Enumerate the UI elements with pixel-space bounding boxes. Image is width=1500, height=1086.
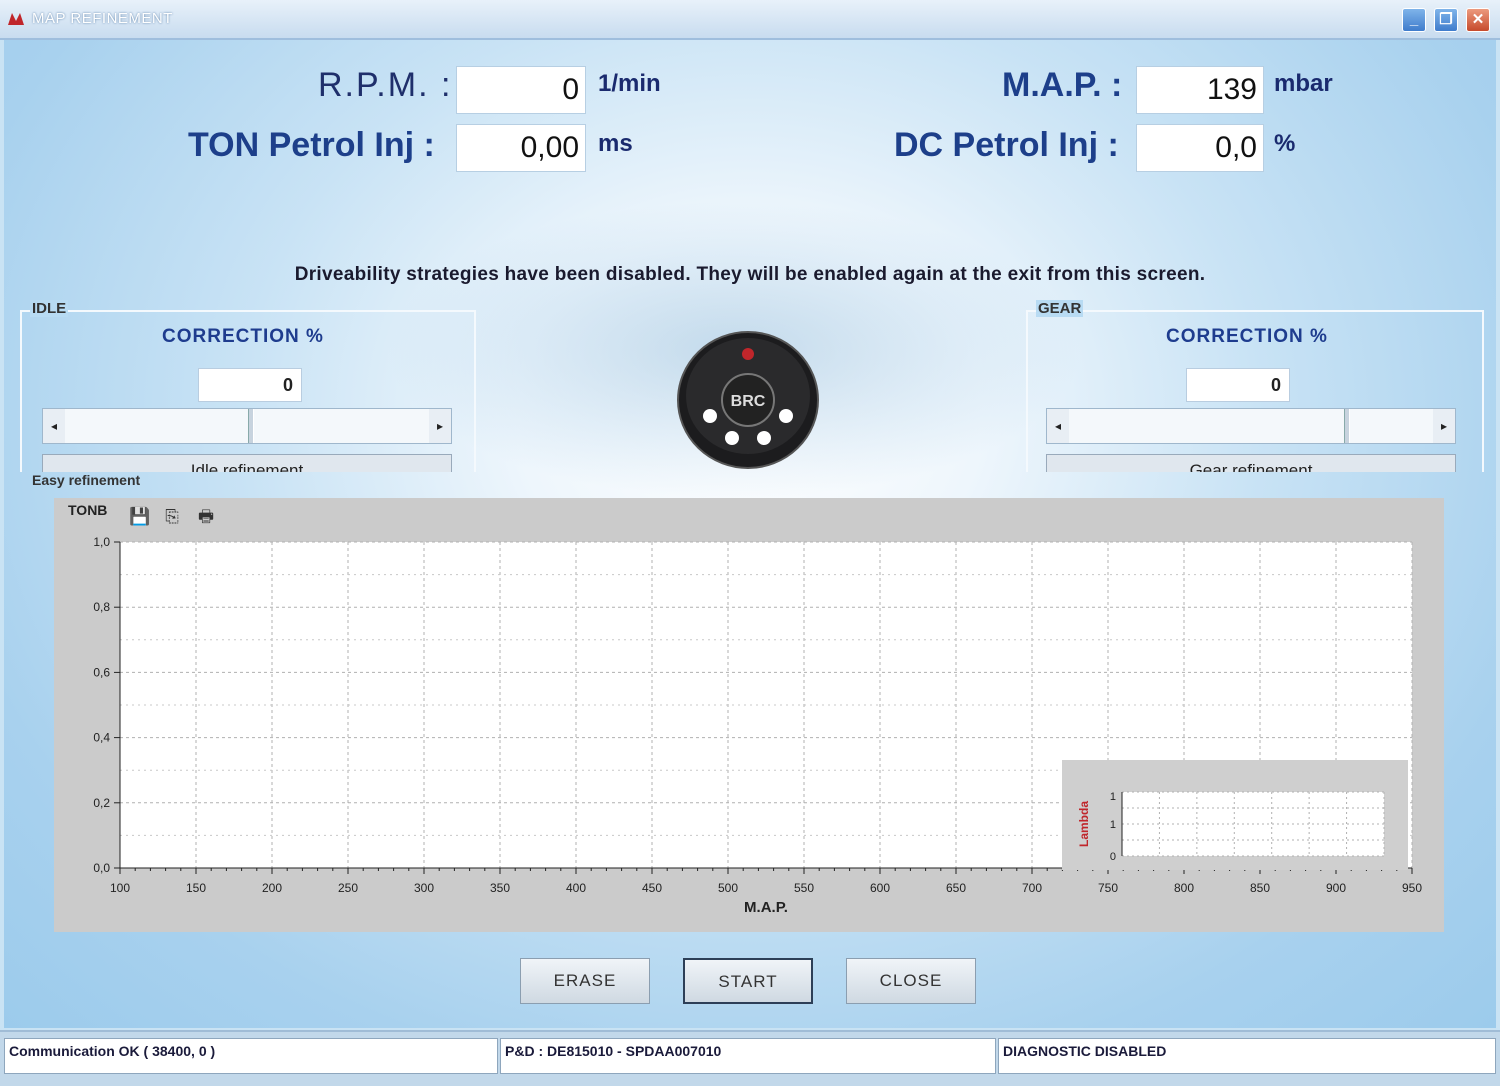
gear-correction-value: 0: [1186, 368, 1290, 402]
app-icon: [8, 13, 24, 25]
x-tick-label: 550: [794, 881, 814, 895]
ton-field: 0,00: [456, 124, 586, 172]
status-communication: Communication OK ( 38400, 0 ): [4, 1038, 498, 1074]
map-unit: mbar: [1274, 70, 1333, 97]
scroll-right-icon[interactable]: ▸: [1433, 409, 1455, 443]
x-tick-label: 200: [262, 881, 282, 895]
scroll-left-icon[interactable]: ◂: [1047, 409, 1069, 443]
close-window-button[interactable]: CLOSE: [846, 958, 976, 1004]
status-diagnostic: DIAGNOSTIC DISABLED: [998, 1038, 1496, 1074]
scroll-right-icon[interactable]: ▸: [429, 409, 451, 443]
inset-y-tick-label: 1: [1110, 791, 1116, 803]
x-tick-label: 250: [338, 881, 358, 895]
y-tick-label: 0,6: [93, 665, 110, 679]
easy-refinement-label: Easy refinement: [32, 472, 141, 488]
x-tick-label: 750: [1098, 881, 1118, 895]
rpm-field: 0: [456, 66, 586, 114]
dc-unit: %: [1274, 130, 1296, 157]
rpm-label: R.P.M. :: [318, 66, 453, 104]
logo-text: BRC: [731, 393, 766, 410]
x-tick-label: 500: [718, 881, 738, 895]
window-title: MAP REFINEMENT: [32, 10, 173, 27]
dc-label: DC Petrol Inj :: [894, 126, 1119, 164]
idle-correction-value: 0: [198, 368, 302, 402]
x-tick-label: 950: [1402, 881, 1422, 895]
map-field: 139: [1136, 66, 1264, 114]
x-tick-label: 400: [566, 881, 586, 895]
status-ecu: P&D : DE815010 - SPDAA007010: [500, 1038, 996, 1074]
map-label: M.A.P. :: [1002, 66, 1123, 104]
x-tick-label: 150: [186, 881, 206, 895]
y-tick-label: 0,0: [93, 861, 110, 875]
gear-group: GEAR CORRECTION % 0 ◂ ▸ Gear refinement: [1026, 300, 1484, 472]
gear-correction-slider[interactable]: ◂ ▸: [1046, 408, 1456, 444]
gear-slider-thumb[interactable]: [1343, 409, 1350, 443]
x-tick-label: 800: [1174, 881, 1194, 895]
x-tick-label: 350: [490, 881, 510, 895]
inset-y-axis-label: Lambda: [1077, 801, 1091, 847]
gear-correction-label: CORRECTION %: [1166, 326, 1328, 347]
y-tick-label: 0,4: [93, 731, 110, 745]
x-tick-label: 700: [1022, 881, 1042, 895]
rpm-unit: 1/min: [598, 70, 661, 97]
idle-slider-thumb[interactable]: [248, 409, 254, 443]
gear-refinement-button[interactable]: Gear refinement: [1046, 454, 1456, 472]
x-tick-label: 100: [110, 881, 130, 895]
idle-correction-slider[interactable]: ◂ ▸: [42, 408, 452, 444]
x-tick-label: 300: [414, 881, 434, 895]
brc-logo: BRC: [677, 331, 819, 469]
start-button[interactable]: START: [683, 958, 813, 1004]
erase-button[interactable]: ERASE: [520, 958, 650, 1004]
ton-label: TON Petrol Inj :: [188, 126, 435, 164]
close-button[interactable]: ✕: [1466, 8, 1490, 32]
inset-y-tick-label: 1: [1110, 819, 1116, 831]
x-tick-label: 650: [946, 881, 966, 895]
status-bar: Communication OK ( 38400, 0 ) P&D : DE81…: [0, 1030, 1500, 1086]
minimize-button[interactable]: _: [1402, 8, 1426, 32]
idle-group: IDLE CORRECTION % 0 ◂ ▸ Idle refinement: [20, 300, 476, 472]
y-tick-label: 1,0: [93, 535, 110, 549]
close-icon: ✕: [1471, 11, 1485, 28]
y-tick-label: 0,2: [93, 796, 110, 810]
x-tick-label: 450: [642, 881, 662, 895]
title-bar: MAP REFINEMENT _ ❐ ✕: [0, 0, 1500, 40]
x-axis-label: M.A.P.: [744, 899, 788, 916]
driveability-notice: Driveability strategies have been disabl…: [294, 264, 1206, 285]
inset-y-tick-label: 0: [1110, 851, 1116, 863]
maximize-button[interactable]: ❐: [1434, 8, 1458, 32]
idle-correction-label: CORRECTION %: [162, 326, 324, 347]
x-tick-label: 600: [870, 881, 890, 895]
maximize-icon: ❐: [1439, 11, 1453, 28]
gear-group-title: GEAR: [1036, 300, 1084, 317]
tonb-chart: 100 150 200 250 300 350 400 450 500 550 600 650 700 7…: [93, 535, 1422, 916]
idle-refinement-button[interactable]: Idle refinement: [42, 454, 452, 472]
scroll-left-icon[interactable]: ◂: [43, 409, 65, 443]
minimize-icon: _: [1409, 11, 1419, 28]
x-tick-label: 850: [1250, 881, 1270, 895]
x-tick-label: 900: [1326, 881, 1346, 895]
dc-field: 0,0: [1136, 124, 1264, 172]
ton-unit: ms: [598, 130, 633, 157]
idle-group-title: IDLE: [30, 300, 69, 317]
y-tick-label: 0,8: [93, 600, 110, 614]
